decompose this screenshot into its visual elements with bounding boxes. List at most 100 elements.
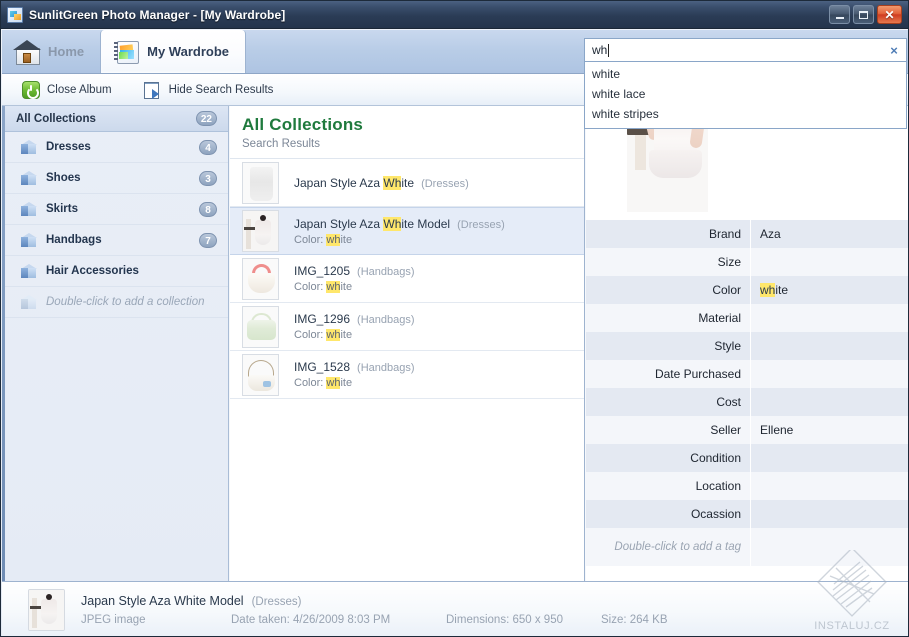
sidebar-item-dresses[interactable]: Dresses 4 — [2, 132, 228, 163]
list-item[interactable]: Japan Style Aza White (Dresses) — [230, 159, 584, 207]
property-key: Condition — [586, 444, 751, 472]
main-content: All Collections 22 Dresses 4 Shoes 3 Ski… — [2, 106, 908, 581]
property-row-cost[interactable]: Cost — [586, 388, 908, 416]
item-thumbnail — [242, 305, 279, 348]
sidebar-item-shoes[interactable]: Shoes 3 — [2, 163, 228, 194]
sidebar-accent-bar — [2, 106, 5, 581]
status-item-category: (Dresses) — [251, 595, 302, 608]
property-row-size[interactable]: Size — [586, 248, 908, 276]
close-button[interactable]: ✕ — [877, 5, 902, 24]
results-subtitle: Search Results — [242, 138, 320, 150]
search-input-value: wh — [592, 43, 608, 57]
app-icon — [7, 6, 23, 23]
property-row-ocassion[interactable]: Ocassion — [586, 500, 908, 528]
house-icon — [13, 39, 41, 65]
property-key: Size — [586, 248, 751, 276]
album-photo-icon — [119, 51, 129, 59]
search-highlight: wh — [326, 377, 341, 389]
property-value: wh ite — [760, 283, 789, 297]
search-highlight: wh — [326, 233, 341, 246]
minimize-button[interactable] — [829, 5, 850, 24]
status-metadata: JPEG image Date taken: 4/26/2009 8:03 PM… — [81, 614, 908, 626]
property-row-location[interactable]: Location — [586, 472, 908, 500]
close-album-label: Close Album — [47, 83, 112, 96]
title-bar: SunlitGreen Photo Manager - [My Wardrobe… — [1, 1, 908, 29]
maximize-button[interactable] — [853, 5, 874, 24]
page-title: All Collections — [242, 115, 364, 134]
suggestion-item[interactable]: white stripes — [585, 104, 906, 124]
suggestion-item[interactable]: white lace — [585, 84, 906, 104]
results-header: All Collections Search Results — [230, 106, 584, 150]
item-detail: Color: white — [294, 329, 353, 341]
property-key: Material — [586, 304, 751, 332]
property-row-condition[interactable]: Condition — [586, 444, 908, 472]
item-category: (Handbags) — [357, 266, 415, 278]
list-item[interactable]: IMG_1205 (Handbags) Color: white — [230, 255, 584, 303]
properties-panel: Brand Aza Size Color wh ite Material Styl… — [586, 106, 908, 581]
application-window: SunlitGreen Photo Manager - [My Wardrobe… — [0, 0, 909, 637]
collection-cube-icon — [20, 263, 37, 280]
item-text: IMG_1205 (Handbags) Color: white — [294, 264, 576, 293]
status-item-name: Japan Style Aza White Model (Dresses) — [81, 593, 302, 608]
status-file-size: Size: 264 KB — [601, 613, 668, 626]
suggestion-item[interactable]: white — [585, 64, 906, 84]
hide-search-results-button[interactable]: Hide Search Results — [132, 77, 286, 103]
sidebar-item-label: Handbags — [46, 234, 102, 246]
collection-cube-icon — [20, 201, 37, 218]
hide-search-results-label: Hide Search Results — [168, 83, 274, 96]
item-name: IMG_1296 (Handbags) — [294, 312, 415, 326]
list-item[interactable]: IMG_1528 (Handbags) Color: white — [230, 351, 584, 399]
property-key: Ocassion — [586, 500, 751, 528]
tab-home-label: Home — [48, 44, 85, 59]
power-icon — [22, 80, 40, 99]
sidebar-item-count: 3 — [199, 170, 217, 186]
collection-cube-icon — [20, 139, 37, 156]
maximize-icon — [859, 10, 868, 19]
property-row-style[interactable]: Style — [586, 332, 908, 360]
item-category: (Handbags) — [357, 362, 415, 374]
search-input[interactable]: wh × — [584, 38, 907, 62]
search-highlight: Wh — [383, 216, 402, 231]
collection-cube-icon — [20, 170, 37, 187]
search-area: wh × white white lace white stripes — [584, 38, 907, 129]
sidebar-item-handbags[interactable]: Handbags 7 — [2, 225, 228, 256]
sidebar-item-all-collections[interactable]: All Collections 22 — [2, 106, 228, 132]
album-spiral-icon — [114, 41, 119, 61]
sidebar-item-skirts[interactable]: Skirts 8 — [2, 194, 228, 225]
property-row-material[interactable]: Material — [586, 304, 908, 332]
add-collection-label: Double-click to add a collection — [46, 296, 205, 308]
property-value — [751, 472, 908, 500]
tab-home[interactable]: Home — [2, 30, 100, 73]
search-highlight: Wh — [383, 175, 402, 190]
tab-my-wardrobe[interactable]: My Wardrobe — [100, 30, 246, 73]
property-row-seller[interactable]: Seller Ellene — [586, 416, 908, 444]
sidebar-item-label: Shoes — [46, 172, 81, 184]
property-value — [751, 500, 908, 528]
close-album-button[interactable]: Close Album — [10, 77, 124, 103]
item-category: (Dresses) — [421, 177, 469, 190]
sidebar-item-hair-accessories[interactable]: Hair Accessories — [2, 256, 228, 287]
sidebar-item-label: Hair Accessories — [46, 265, 139, 277]
property-row-brand[interactable]: Brand Aza — [586, 220, 908, 248]
property-value: Aza — [760, 227, 781, 241]
list-item[interactable]: IMG_1296 (Handbags) Color: white — [230, 303, 584, 351]
window-title: SunlitGreen Photo Manager - [My Wardrobe… — [29, 7, 286, 22]
sidebar-add-collection[interactable]: Double-click to add a collection — [2, 287, 228, 318]
add-tag-label: Double-click to add a tag — [586, 528, 751, 566]
results-list: Japan Style Aza White (Dresses) Japan Sty… — [230, 158, 584, 399]
property-value — [751, 304, 908, 332]
item-category: (Dresses) — [457, 218, 505, 231]
search-highlight: wh — [760, 283, 776, 297]
hide-search-icon — [143, 81, 162, 99]
clear-search-icon[interactable]: × — [886, 44, 902, 57]
item-thumbnail — [242, 210, 279, 252]
item-detail: Color: white — [294, 233, 353, 246]
list-item[interactable]: Japan Style Aza White Model (Dresses) Col… — [230, 207, 584, 255]
property-key: Seller — [586, 416, 751, 444]
close-icon: ✕ — [884, 7, 895, 22]
add-tag-row[interactable]: Double-click to add a tag — [586, 528, 908, 566]
property-row-color[interactable]: Color wh ite — [586, 276, 908, 304]
status-date-taken: Date taken: 4/26/2009 8:03 PM — [231, 613, 391, 626]
property-key: Location — [586, 472, 751, 500]
property-row-date-purchased[interactable]: Date Purchased — [586, 360, 908, 388]
